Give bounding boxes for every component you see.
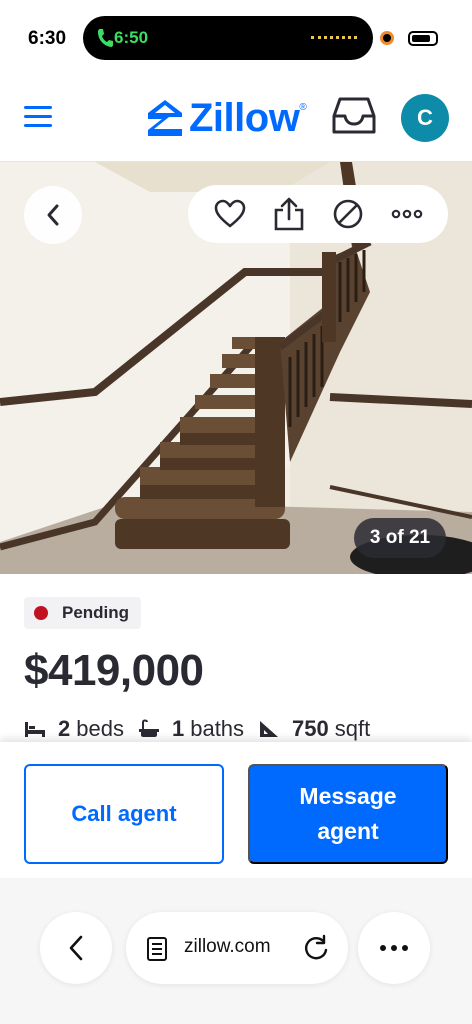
photo-counter: 3 of 21 [354, 518, 446, 558]
registered-mark: ® [299, 102, 307, 113]
bathtub-icon [138, 719, 159, 737]
menu-icon[interactable] [24, 106, 52, 128]
browser-toolbar: zillow.com [0, 878, 472, 1024]
reload-icon[interactable] [302, 934, 330, 962]
bed-icon [25, 722, 45, 737]
status-time: 6:30 [28, 28, 67, 49]
sqft-count: 750 [292, 716, 329, 741]
baths-count: 1 [171, 716, 185, 741]
beds-label: beds [76, 716, 124, 741]
more-icon[interactable] [390, 197, 424, 231]
zillow-logo-icon [148, 100, 182, 136]
status-text: Pending [62, 603, 130, 622]
url-text: zillow.com [184, 936, 271, 957]
listing-photo[interactable]: 3 of 21 [0, 162, 472, 574]
chevron-left-icon [47, 204, 59, 226]
dynamic-island[interactable]: 6:50 [83, 16, 373, 60]
zillow-logo[interactable]: Zillow ® [147, 96, 307, 140]
browser-more-button[interactable] [358, 912, 430, 984]
back-button[interactable] [24, 186, 82, 244]
call-agent-button[interactable]: Call agent [24, 764, 224, 864]
listing-facts: 2 beds 1 baths 750 sqft [24, 714, 384, 744]
back-arrow-icon [69, 935, 83, 961]
status-bar: 6:30 6:50 [0, 0, 472, 78]
recording-indicator-icon [380, 31, 394, 45]
phone-icon [98, 29, 113, 47]
listing-price: $419,000 [24, 646, 204, 695]
inbox-icon[interactable] [332, 96, 376, 136]
status-badge: Pending [24, 597, 142, 629]
baths-fact: 1 baths [138, 716, 244, 742]
status-dot-icon [34, 606, 48, 620]
heart-icon[interactable] [213, 197, 247, 231]
ellipsis-icon [380, 945, 408, 951]
photo-actions [188, 185, 448, 243]
reader-icon[interactable] [146, 936, 172, 962]
area-icon [260, 721, 279, 737]
call-duration: 6:50 [114, 28, 149, 47]
battery-icon [408, 31, 438, 46]
share-icon[interactable] [272, 197, 306, 231]
contact-bar: Call agent Message agent [0, 742, 472, 878]
browser-back-button[interactable] [40, 912, 112, 984]
beds-count: 2 [58, 716, 71, 741]
beds-fact: 2 beds [24, 716, 124, 742]
hide-icon[interactable] [331, 197, 365, 231]
logo-text: Zillow [189, 95, 300, 140]
message-agent-button[interactable]: Message agent [248, 764, 448, 864]
site-header: Zillow ® C [0, 78, 472, 162]
baths-label: baths [190, 716, 245, 741]
sqft-fact: 750 sqft [258, 716, 370, 742]
sqft-label: sqft [334, 716, 371, 741]
avatar[interactable]: C [401, 94, 449, 142]
audio-wave-icon [311, 36, 357, 40]
address-bar[interactable]: zillow.com [126, 912, 348, 984]
